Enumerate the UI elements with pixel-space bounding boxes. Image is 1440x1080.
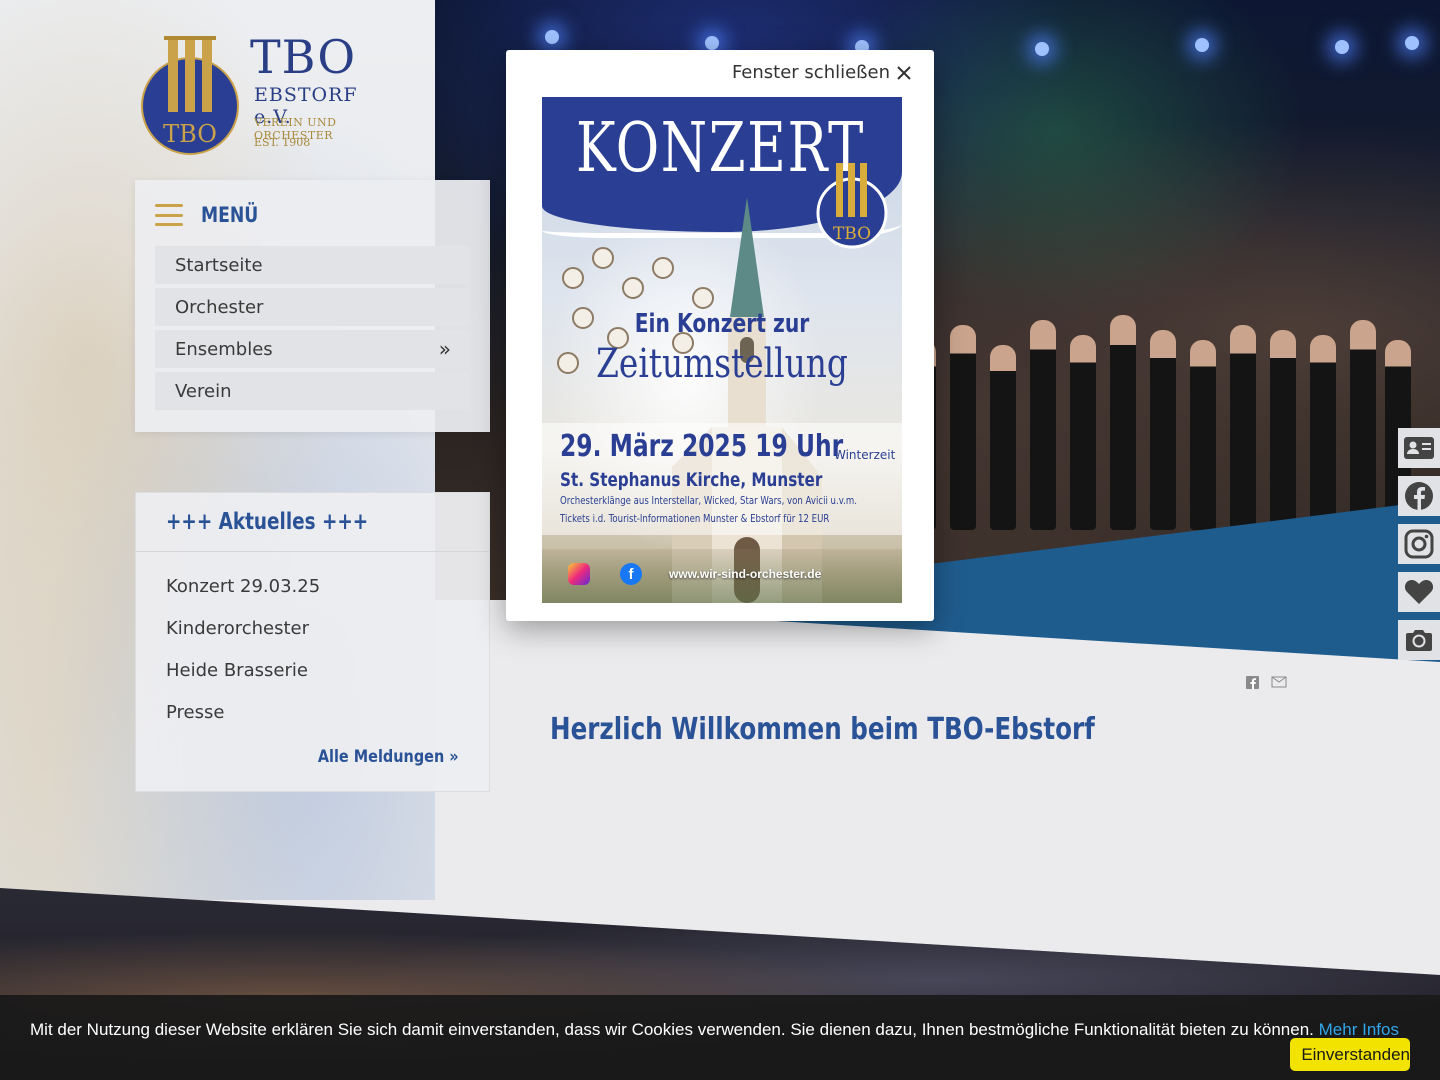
- modal-close-label: Fenster schließen: [731, 62, 890, 83]
- modal-close-button[interactable]: Fenster schließen: [732, 62, 912, 83]
- poster-date-note: Winterzeit: [834, 448, 896, 462]
- menu-item-verein[interactable]: Verein: [155, 372, 469, 410]
- menu-item-label: Ensembles: [175, 338, 273, 360]
- poster-url: www.wir-sind-orchester.de: [669, 567, 822, 581]
- menu-item-startseite[interactable]: Startseite: [155, 246, 469, 284]
- tbo-emblem-icon: TBO: [141, 36, 239, 155]
- cookie-banner: Mit der Nutzung dieser Website erklären …: [0, 995, 1440, 1080]
- hamburger-icon: [155, 204, 183, 226]
- news-panel: +++ Aktuelles +++ Konzert 29.03.25 Kinde…: [135, 492, 490, 792]
- news-item[interactable]: Konzert 29.03.25: [166, 573, 320, 615]
- instagram-icon[interactable]: [1398, 524, 1440, 564]
- poster-line-2: Zeitumstellung: [596, 341, 848, 387]
- camera-icon[interactable]: [1398, 620, 1440, 660]
- email-share-icon[interactable]: [1271, 676, 1287, 692]
- divider: [136, 551, 489, 552]
- facebook-icon[interactable]: [1398, 476, 1440, 516]
- poster-tickets: Tickets i.d. Tourist-Informationen Munst…: [560, 512, 830, 525]
- cookie-accept-button[interactable]: Einverstanden: [1290, 1038, 1410, 1071]
- concert-popup-modal: Fenster schließen KONZERT TBO Ein Konzer…: [506, 50, 934, 621]
- news-item[interactable]: Presse: [166, 699, 320, 741]
- news-item[interactable]: Kinderorchester: [166, 615, 320, 657]
- page-title: Herzlich Willkommen beim TBO-Ebstorf: [550, 712, 1095, 747]
- menu-item-orchester[interactable]: Orchester: [155, 288, 469, 326]
- close-icon: [897, 65, 911, 80]
- poster-tbo-logo-icon: TBO: [816, 163, 888, 249]
- heart-icon[interactable]: [1398, 572, 1440, 612]
- news-title: +++ Aktuelles +++: [166, 509, 369, 535]
- all-news-link[interactable]: Alle Meldungen »: [318, 747, 459, 767]
- cookie-text: Mit der Nutzung dieser Website erklären …: [30, 1020, 1399, 1040]
- menu-item-ensembles[interactable]: Ensembles »: [155, 330, 469, 368]
- menu-list: Startseite Orchester Ensembles » Verein: [155, 246, 469, 414]
- hero-musicians: [890, 270, 1411, 530]
- cookie-message: Mit der Nutzung dieser Website erklären …: [30, 1020, 1314, 1039]
- share-icons: [1246, 676, 1287, 692]
- news-item[interactable]: Heide Brasserie: [166, 657, 320, 699]
- svg-text:TBO: TBO: [833, 224, 871, 244]
- menu-label: MENÜ: [201, 203, 259, 227]
- site-logo[interactable]: TBO TBO EBSTORF e.V. VEREIN UND ORCHESTE…: [138, 30, 378, 160]
- menu-item-label: Orchester: [175, 296, 264, 318]
- poster-instagram-icon: [568, 563, 590, 585]
- menu-item-label: Verein: [175, 380, 232, 402]
- poster-facebook-icon: f: [620, 563, 642, 585]
- submenu-arrow-icon: »: [438, 337, 451, 361]
- emblem-text: TBO: [163, 120, 217, 148]
- logo-title: TBO: [250, 30, 357, 84]
- cookie-more-info-link[interactable]: Mehr Infos: [1319, 1020, 1399, 1039]
- logo-established: EST. 1908: [254, 136, 311, 149]
- poster-description: Orchesterklänge aus Interstellar, Wicked…: [560, 494, 857, 507]
- concert-poster-image[interactable]: KONZERT TBO Ein Konzert zur Zeitumstellu…: [542, 97, 902, 603]
- poster-line-1: Ein Konzert zur: [634, 309, 810, 339]
- poster-date: 29. März 2025 19 Uhr: [560, 429, 844, 464]
- poster-place: St. Stephanus Kirche, Munster: [560, 469, 823, 491]
- social-sidebar: [1398, 428, 1440, 668]
- facebook-share-icon[interactable]: [1246, 676, 1259, 692]
- main-menu: MENÜ Startseite Orchester Ensembles » Ve…: [135, 180, 490, 432]
- news-list: Konzert 29.03.25 Kinderorchester Heide B…: [166, 573, 320, 741]
- contact-card-icon[interactable]: [1398, 428, 1440, 468]
- menu-item-label: Startseite: [175, 254, 263, 276]
- menu-toggle[interactable]: MENÜ: [155, 200, 271, 230]
